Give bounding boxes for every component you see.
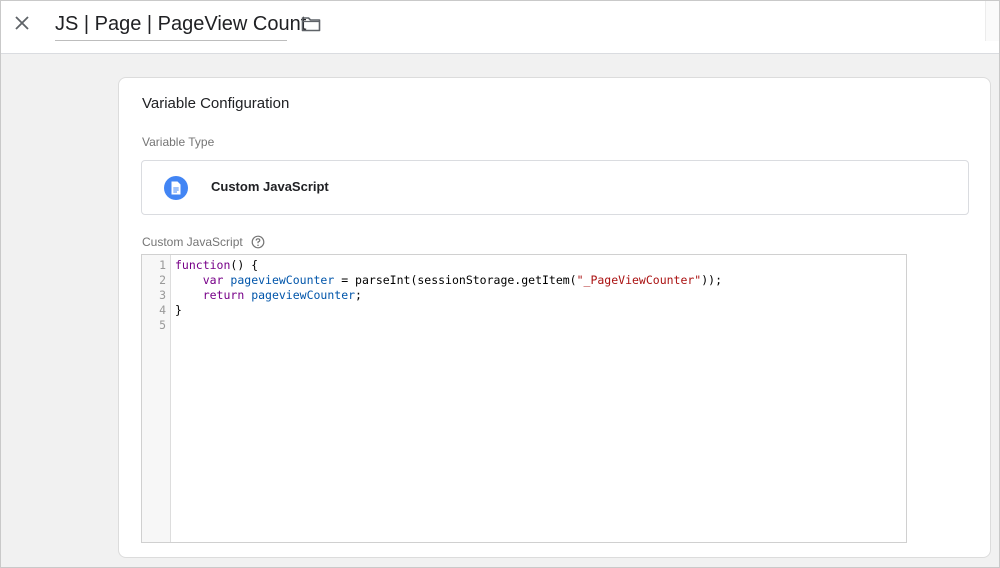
- code-token: = parseInt(sessionStorage.getItem(: [334, 273, 577, 287]
- code-token: ));: [701, 273, 723, 287]
- line-number: 3: [159, 288, 166, 302]
- code-editor[interactable]: 12345 function() { var pageviewCounter =…: [141, 254, 907, 543]
- code-token: pageviewCounter: [251, 288, 356, 302]
- line-number: 5: [159, 318, 166, 332]
- help-icon[interactable]: [251, 235, 265, 249]
- code-token: ;: [355, 288, 362, 302]
- code-line: return pageviewCounter;: [175, 288, 362, 303]
- close-button[interactable]: [9, 9, 35, 37]
- folder-icon: [301, 17, 321, 32]
- code-line: var pageviewCounter = parseInt(sessionSt…: [175, 273, 722, 288]
- code-token: return: [202, 288, 245, 302]
- card-title: Variable Configuration: [142, 95, 290, 112]
- variable-configuration-card: Variable Configuration Variable Type Cus…: [118, 77, 991, 558]
- code-line: }: [175, 303, 182, 318]
- code-token: }: [175, 303, 182, 317]
- variable-name-input[interactable]: JS | Page | PageView Count: [55, 11, 306, 41]
- code-token: () {: [230, 258, 259, 272]
- line-number-gutter: 12345: [142, 255, 171, 542]
- code-line: function() {: [175, 258, 258, 273]
- top-bar: JS | Page | PageView Count: [1, 1, 999, 54]
- line-number: 4: [159, 303, 166, 317]
- code-token: "_PageViewCounter": [576, 273, 702, 287]
- code-token: pageviewCounter: [230, 273, 335, 287]
- line-number: 2: [159, 273, 166, 287]
- code-token: var: [202, 273, 224, 287]
- topbar-edge: [985, 1, 999, 41]
- variable-type-label: Variable Type: [142, 135, 215, 149]
- document-icon: [164, 176, 188, 200]
- folder-button[interactable]: [299, 13, 323, 35]
- code-token: function: [175, 258, 231, 272]
- close-icon: [15, 16, 29, 30]
- line-number: 1: [159, 258, 166, 272]
- custom-javascript-label: Custom JavaScript: [142, 235, 243, 249]
- variable-type-name: Custom JavaScript: [211, 179, 329, 194]
- variable-type-selector[interactable]: Custom JavaScript: [141, 160, 969, 215]
